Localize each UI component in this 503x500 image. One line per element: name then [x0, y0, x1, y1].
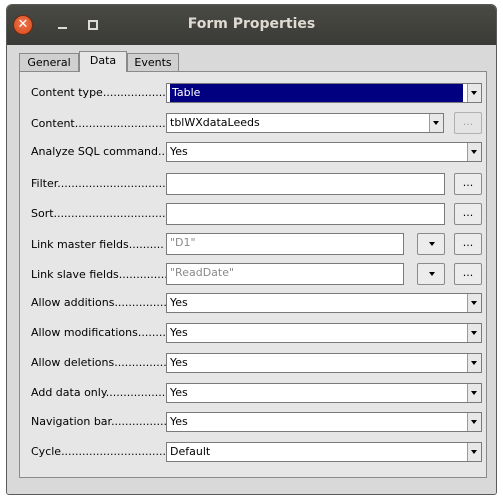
- link-slave-label: Link slave fields..............: [31, 268, 168, 281]
- link-master-input[interactable]: "D1": [166, 233, 404, 255]
- navigation-bar-select[interactable]: Yes: [166, 412, 482, 432]
- link-master-dropdown-button[interactable]: [417, 233, 445, 255]
- add-data-only-label: Add data only.....................: [31, 386, 180, 399]
- navigation-bar-label: Navigation bar.................: [31, 415, 171, 428]
- chevron-down-icon[interactable]: [467, 143, 481, 161]
- data-tab-panel: Content type...................... Table…: [19, 71, 487, 478]
- link-slave-browse-button[interactable]: ...: [454, 263, 482, 285]
- chevron-down-icon[interactable]: [467, 413, 481, 431]
- link-master-browse-button[interactable]: ...: [454, 233, 482, 255]
- titlebar[interactable]: ✕ Form Properties: [7, 5, 496, 45]
- link-master-label: Link master fields..........: [31, 238, 164, 251]
- content-type-select[interactable]: Table: [166, 83, 482, 103]
- tab-general[interactable]: General: [19, 53, 79, 71]
- sort-browse-button[interactable]: ...: [454, 203, 482, 225]
- sort-input[interactable]: [166, 203, 445, 225]
- allow-additions-label: Allow additions..................: [31, 296, 178, 309]
- content-label: Content................................: [31, 117, 187, 130]
- chevron-down-icon[interactable]: [429, 114, 443, 132]
- analyze-sql-select[interactable]: Yes: [166, 142, 482, 162]
- dialog-bottom: [7, 478, 496, 494]
- tab-events[interactable]: Events: [127, 53, 179, 71]
- content-type-label: Content type......................: [31, 86, 180, 99]
- chevron-down-icon[interactable]: [467, 84, 481, 102]
- chevron-down-icon[interactable]: [467, 324, 481, 342]
- allow-modifications-select[interactable]: Yes: [166, 323, 482, 343]
- tab-data[interactable]: Data: [79, 51, 127, 72]
- allow-deletions-label: Allow deletions..................: [31, 356, 178, 369]
- allow-modifications-label: Allow modifications..........: [31, 326, 173, 339]
- chevron-down-icon[interactable]: [467, 384, 481, 402]
- add-data-only-select[interactable]: Yes: [166, 383, 482, 403]
- analyze-sql-label: Analyze SQL command...: [31, 145, 169, 158]
- allow-deletions-select[interactable]: Yes: [166, 353, 482, 373]
- link-slave-input[interactable]: "ReadDate": [166, 263, 404, 285]
- chevron-down-icon[interactable]: [467, 443, 481, 461]
- window-title: Form Properties: [187, 16, 316, 32]
- chevron-down-icon[interactable]: [467, 354, 481, 372]
- cycle-select[interactable]: Default: [166, 442, 482, 462]
- filter-label: Filter..................................…: [31, 177, 180, 190]
- content-browse-button[interactable]: ...: [454, 112, 482, 134]
- filter-input[interactable]: [166, 173, 445, 195]
- link-slave-dropdown-button[interactable]: [417, 263, 445, 285]
- filter-browse-button[interactable]: ...: [454, 173, 482, 195]
- content-select[interactable]: tblWXdataLeeds: [166, 113, 444, 133]
- allow-additions-select[interactable]: Yes: [166, 293, 482, 313]
- form-properties-dialog: ✕ Form Properties General Data Events Co…: [6, 4, 497, 495]
- chevron-down-icon[interactable]: [467, 294, 481, 312]
